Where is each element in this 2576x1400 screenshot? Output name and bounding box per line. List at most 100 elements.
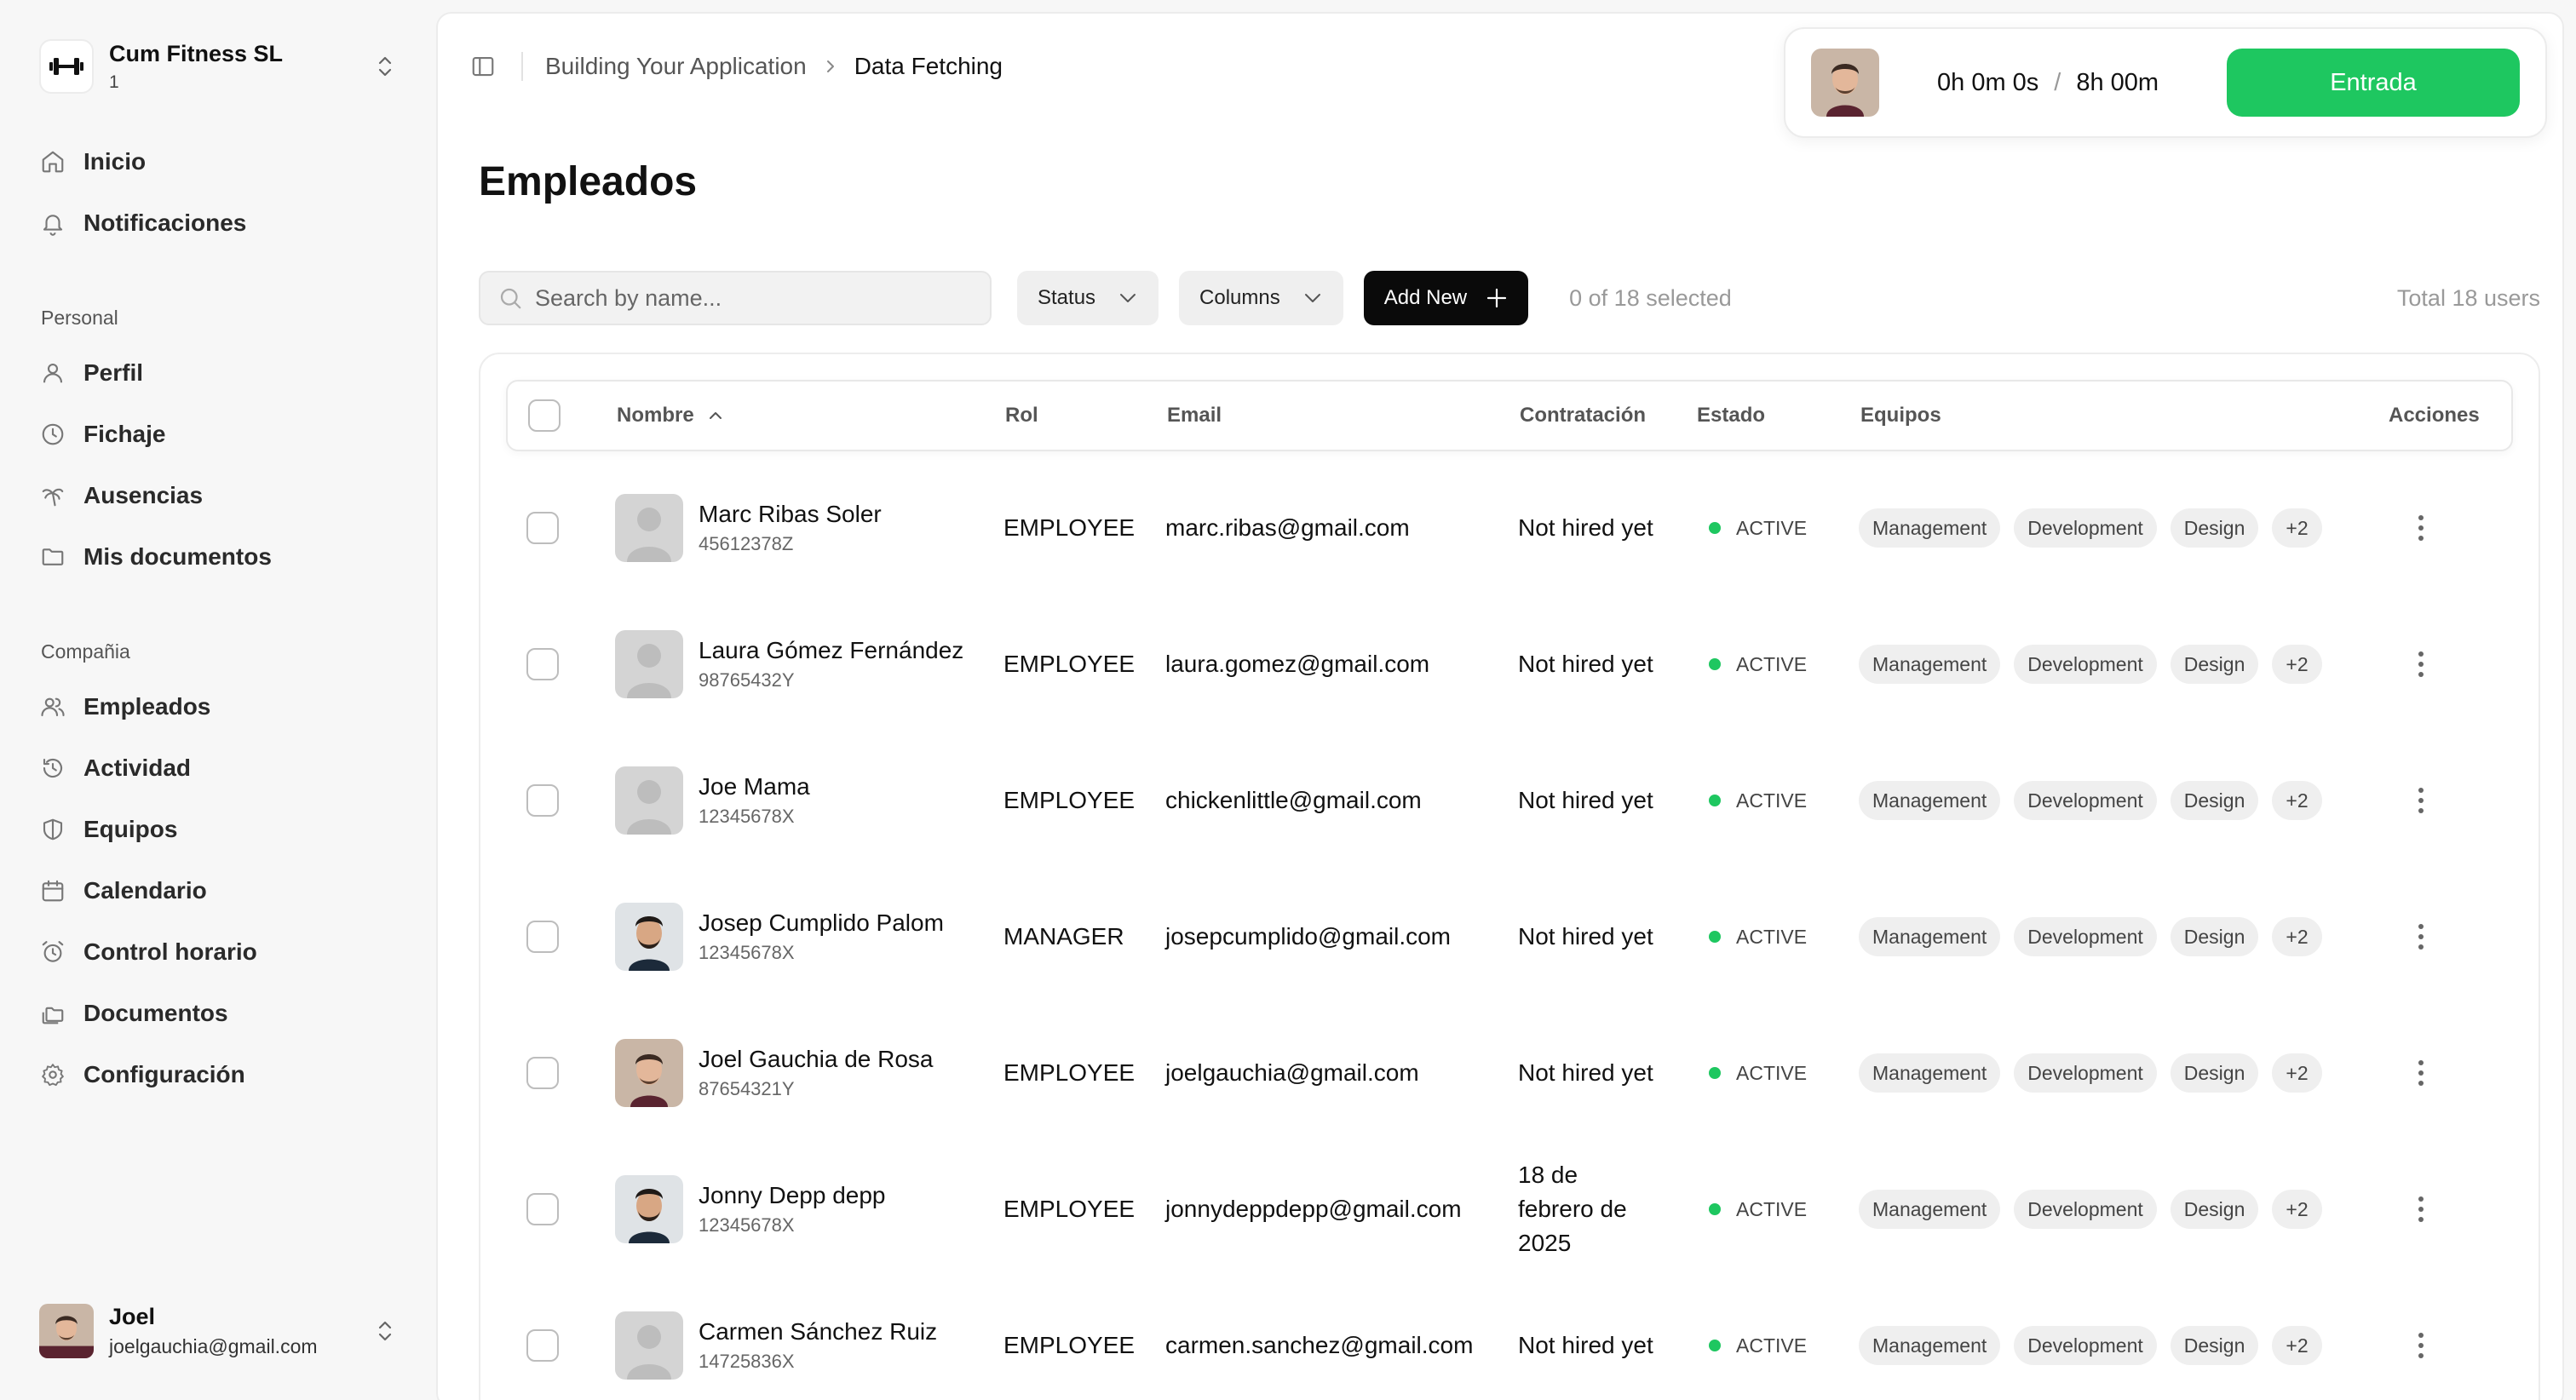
row-checkbox[interactable] [526, 1329, 559, 1362]
sidebar-item-actividad[interactable]: Actividad [39, 744, 397, 792]
add-new-button[interactable]: Add New [1363, 271, 1529, 325]
sidebar-item-inicio[interactable]: Inicio [39, 138, 397, 186]
more-vertical-icon[interactable] [2404, 1047, 2438, 1099]
history-icon [39, 755, 66, 782]
more-vertical-icon[interactable] [2404, 1184, 2438, 1235]
sidebar-item-label: Fichaje [83, 421, 166, 447]
company-switcher[interactable]: Cum Fitness SL 1 [39, 37, 397, 95]
team-tag: Design [2170, 1190, 2259, 1229]
table-row[interactable]: Carmen Sánchez Ruiz 14725836X EMPLOYEE c… [506, 1277, 2513, 1400]
sidebar-item-label: Equipos [83, 816, 178, 842]
avatar [1811, 49, 1879, 117]
sidebar-item-configuracion[interactable]: Configuración [39, 1051, 397, 1099]
table-toolbar: Status Columns Add New 0 of 18 selected … [479, 271, 2540, 325]
header-nombre[interactable]: Nombre [617, 382, 723, 450]
row-checkbox[interactable] [526, 1057, 559, 1089]
sidebar-toggle-icon[interactable] [469, 52, 497, 81]
employee-dni: 87654321Y [699, 1078, 795, 1099]
email-cell: chickenlittle@gmail.com [1165, 732, 1422, 869]
user-menu[interactable]: Joel joelgauchia@gmail.com [39, 1301, 397, 1361]
row-checkbox[interactable] [526, 648, 559, 680]
more-vertical-icon[interactable] [2404, 502, 2438, 554]
role-cell: EMPLOYEE [1003, 1141, 1135, 1277]
user-icon [39, 359, 66, 387]
row-checkbox[interactable] [526, 1193, 559, 1225]
chevron-down-icon [1302, 291, 1323, 305]
team-tag: Design [2170, 508, 2259, 548]
sidebar-item-fichaje[interactable]: Fichaje [39, 410, 397, 458]
employee-name: Laura Gómez Fernández [699, 637, 964, 663]
role-cell: MANAGER [1003, 869, 1124, 1005]
columns-button[interactable]: Columns [1179, 271, 1343, 325]
sidebar-item-label: Inicio [83, 148, 147, 175]
sidebar-item-label: Configuración [83, 1061, 245, 1087]
status-badge: ACTIVE [1736, 652, 1808, 675]
status-cell: ACTIVE [1709, 869, 1807, 1005]
name-cell: Josep Cumplido Palom 12345678X [615, 869, 944, 1005]
clock-widget: 0h 0m 0s / 8h 00m Entrada [1784, 27, 2547, 138]
name-cell: Carmen Sánchez Ruiz 14725836X [615, 1277, 937, 1400]
team-tag: Design [2170, 645, 2259, 684]
clock-icon [39, 421, 66, 448]
teams-cell: Management Development Design +2 [1859, 732, 2336, 869]
sidebar-item-empleados[interactable]: Empleados [39, 683, 397, 731]
hire-cell: Not hired yet [1518, 732, 1654, 869]
table-row[interactable]: Jonny Depp depp 12345678X EMPLOYEE jonny… [506, 1141, 2513, 1277]
select-all-checkbox[interactable] [528, 399, 561, 432]
email-cell: joelgauchia@gmail.com [1165, 1005, 1419, 1141]
teams-cell: Management Development Design +2 [1859, 460, 2336, 596]
hire-cell: Not hired yet [1518, 596, 1654, 732]
sidebar-item-documentos[interactable]: Documentos [39, 990, 397, 1037]
sidebar-item-equipos[interactable]: Equipos [39, 806, 397, 853]
name-cell: Joe Mama 12345678X [615, 732, 810, 869]
chevrons-up-down-icon[interactable] [373, 49, 397, 83]
avatar [39, 1304, 94, 1358]
sidebar-item-mis-documentos[interactable]: Mis documentos [39, 533, 397, 581]
more-vertical-icon[interactable] [2404, 911, 2438, 962]
row-checkbox[interactable] [526, 921, 559, 953]
team-tag: +2 [2272, 781, 2322, 820]
table-row[interactable]: Laura Gómez Fernández 98765432Y EMPLOYEE… [506, 596, 2513, 732]
sidebar-item-control-horario[interactable]: Control horario [39, 928, 397, 976]
status-cell: ACTIVE [1709, 460, 1807, 596]
employee-email: chickenlittle@gmail.com [1165, 787, 1422, 813]
header-estado: Estado [1697, 404, 1766, 427]
row-checkbox[interactable] [526, 784, 559, 817]
employee-email: josepcumplido@gmail.com [1165, 923, 1452, 950]
selected-count: 0 of 18 selected [1569, 284, 1732, 311]
status-filter-label: Status [1038, 286, 1096, 309]
clock-in-button[interactable]: Entrada [2227, 49, 2520, 117]
avatar [615, 1039, 683, 1107]
name-cell: Laura Gómez Fernández 98765432Y [615, 596, 963, 732]
sidebar-item-calendario[interactable]: Calendario [39, 867, 397, 915]
more-vertical-icon[interactable] [2404, 775, 2438, 826]
chevrons-up-down-icon[interactable] [373, 1314, 397, 1348]
employee-name: Joe Mama [699, 773, 810, 800]
teams-cell: Management Development Design +2 [1859, 1277, 2336, 1400]
row-checkbox-cell [526, 460, 559, 596]
team-tag: +2 [2272, 917, 2322, 956]
breadcrumb-parent[interactable]: Building Your Application [545, 53, 807, 80]
sidebar-item-label: Control horario [83, 938, 257, 965]
table-row[interactable]: Josep Cumplido Palom 12345678X MANAGER j… [506, 869, 2513, 1005]
status-filter-button[interactable]: Status [1017, 271, 1159, 325]
table-row[interactable]: Joel Gauchia de Rosa 87654321Y EMPLOYEE … [506, 1005, 2513, 1141]
row-checkbox[interactable] [526, 512, 559, 544]
actions-cell [2404, 869, 2438, 1005]
table-row[interactable]: Joe Mama 12345678X EMPLOYEE chickenlittl… [506, 732, 2513, 869]
search-input[interactable] [535, 284, 978, 312]
search-box[interactable] [479, 271, 992, 325]
hire-cell: 18 de febrero de 2025 [1518, 1141, 1654, 1277]
section-title-personal: Personal [41, 307, 118, 329]
sidebar-item-ausencias[interactable]: Ausencias [39, 472, 397, 519]
team-tag: Development [2014, 1190, 2157, 1229]
more-vertical-icon[interactable] [2404, 1320, 2438, 1371]
table-body: Marc Ribas Soler 45612378Z EMPLOYEE marc… [506, 460, 2513, 1400]
table-row[interactable]: Marc Ribas Soler 45612378Z EMPLOYEE marc… [506, 460, 2513, 596]
sidebar-item-notificaciones[interactable]: Notificaciones [39, 199, 397, 247]
sidebar-item-label: Calendario [83, 877, 207, 904]
team-tag: Management [1859, 781, 2001, 820]
more-vertical-icon[interactable] [2404, 639, 2438, 690]
team-tag: +2 [2272, 508, 2322, 548]
sidebar-item-perfil[interactable]: Perfil [39, 349, 397, 397]
